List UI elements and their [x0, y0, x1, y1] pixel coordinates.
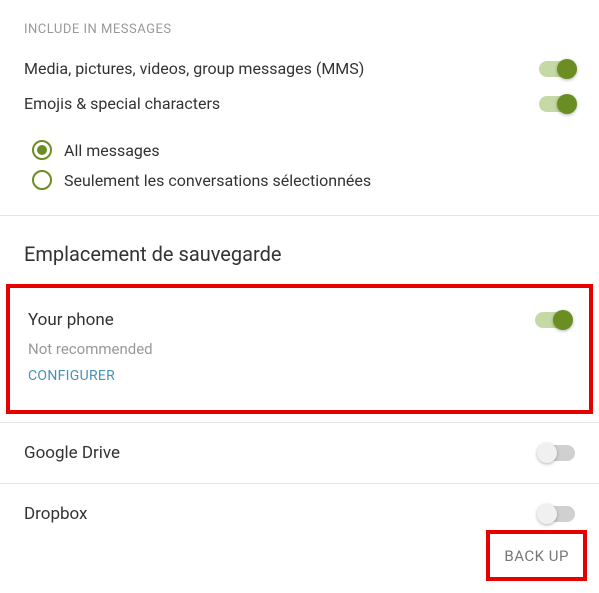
toggle-knob-icon: [537, 504, 557, 524]
toggle-mms[interactable]: [539, 61, 575, 77]
gdrive-label: Google Drive: [24, 443, 120, 463]
include-header: INCLUDE IN MESSAGES: [0, 22, 599, 51]
dropbox-label: Dropbox: [24, 504, 88, 524]
radio-all-messages[interactable]: All messages: [32, 135, 575, 165]
highlight-your-phone: Your phone Not recommended CONFIGURER: [6, 284, 593, 414]
toggle-dropbox[interactable]: [539, 506, 575, 522]
location-your-phone[interactable]: Your phone Not recommended CONFIGURER: [28, 298, 571, 396]
location-gdrive[interactable]: Google Drive: [0, 423, 599, 483]
toggle-gdrive[interactable]: [539, 445, 575, 461]
toggle-knob-icon: [557, 94, 577, 114]
radio-selected-icon: [32, 140, 52, 160]
your-phone-label: Your phone: [28, 310, 114, 330]
radio-all-label: All messages: [64, 141, 160, 160]
toggle-your-phone[interactable]: [535, 312, 571, 328]
highlight-backup: BACK UP: [486, 530, 587, 581]
setting-emojis[interactable]: Emojis & special characters: [0, 86, 599, 121]
configure-link[interactable]: CONFIGURER: [28, 368, 571, 384]
setting-mms[interactable]: Media, pictures, videos, group messages …: [0, 51, 599, 86]
setting-mms-label: Media, pictures, videos, group messages …: [24, 59, 364, 78]
location-title: Emplacement de sauvegarde: [0, 216, 599, 284]
setting-emojis-label: Emojis & special characters: [24, 94, 220, 113]
radio-selected-convos[interactable]: Seulement les conversations sélectionnée…: [32, 165, 575, 195]
toggle-knob-icon: [557, 59, 577, 79]
toggle-emojis[interactable]: [539, 96, 575, 112]
bottom-bar: BACK UP: [486, 530, 587, 581]
toggle-knob-icon: [537, 443, 557, 463]
toggle-knob-icon: [553, 310, 573, 330]
backup-button[interactable]: BACK UP: [498, 547, 575, 565]
your-phone-sub: Not recommended: [28, 340, 571, 358]
radio-unselected-icon: [32, 170, 52, 190]
radio-group-scope: All messages Seulement les conversations…: [0, 121, 599, 215]
radio-selected-label: Seulement les conversations sélectionnée…: [64, 171, 371, 190]
